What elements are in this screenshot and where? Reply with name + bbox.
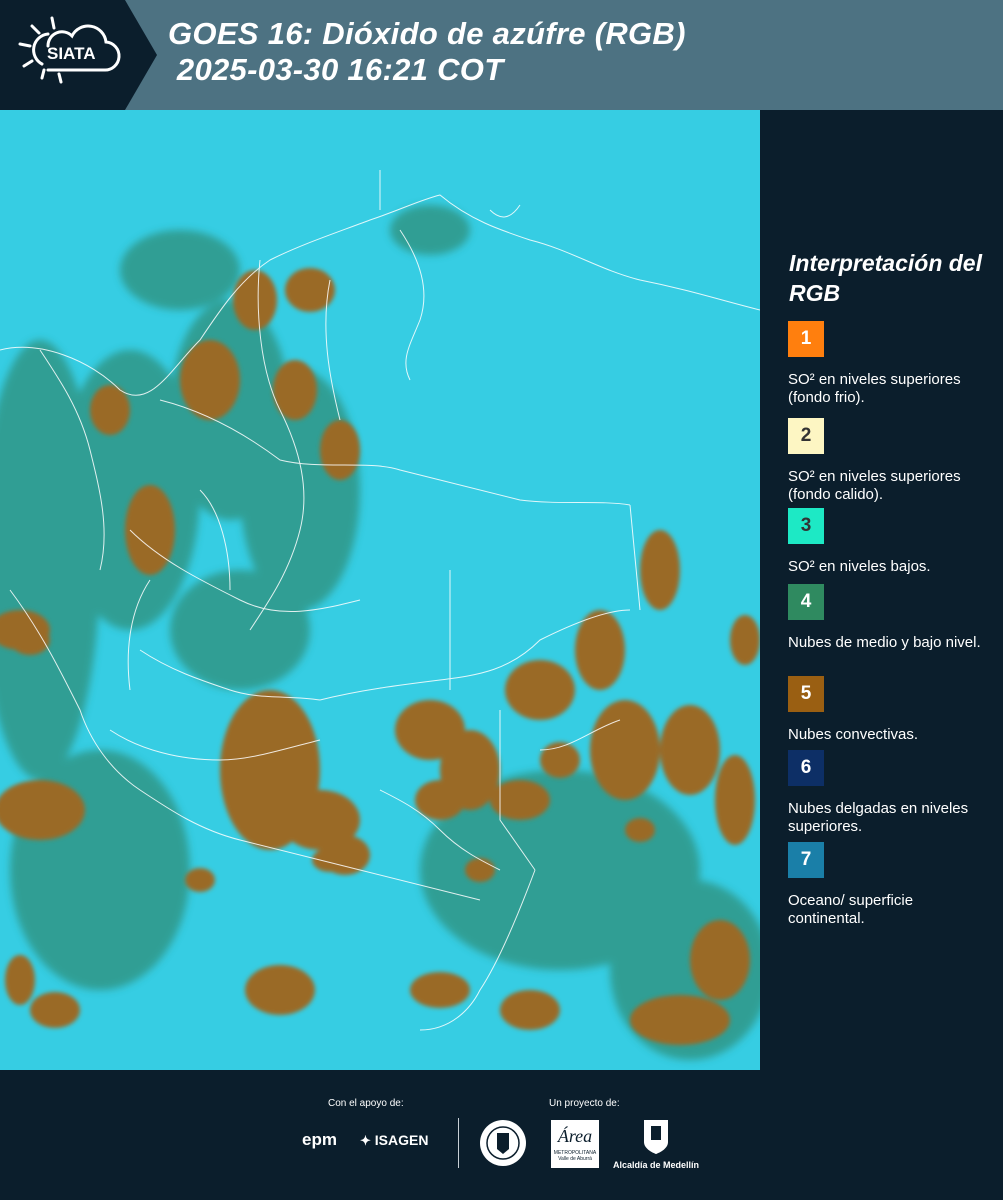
legend-label-3: SO² en niveles bajos. xyxy=(788,558,931,575)
legend-swatch-4: 4 xyxy=(788,584,824,620)
footer: Con el apoyo de: Un proyecto de: epm ✦ I… xyxy=(0,1070,1003,1200)
support-label: Con el apoyo de: xyxy=(328,1098,404,1109)
area-logo-sub2: Valle de Aburrá xyxy=(558,1156,592,1162)
isagen-icon: ✦ xyxy=(360,1133,371,1148)
header-bar: SIATA GOES 16: Dióxido de azúfre (RGB) 2… xyxy=(0,0,1003,110)
legend-panel: Interpretación del RGB 1 SO² en niveles … xyxy=(760,110,1003,1070)
legend-swatch-6: 6 xyxy=(788,750,824,786)
legend-item-3: 3 SO² en niveles bajos. xyxy=(788,508,993,576)
svg-text:SIATA: SIATA xyxy=(47,44,95,63)
legend-item-5: 5 Nubes convectivas. xyxy=(788,676,993,744)
area-logo-name: Área xyxy=(557,1126,593,1146)
logo-arrow xyxy=(125,0,157,110)
alcaldia-medellin-logo: Alcaldía de Medellín xyxy=(613,1160,700,1170)
legend-label-5: Nubes convectivas. xyxy=(788,726,919,743)
title-line-2: 2025-03-30 16:21 COT xyxy=(168,52,504,87)
logo-container: SIATA xyxy=(0,0,125,110)
legend-label-7: Oceano/ superficie continental. xyxy=(788,892,914,927)
medellin-seal-icon xyxy=(480,1120,526,1166)
legend-swatch-3: 3 xyxy=(788,508,824,544)
legend-item-6: 6 Nubes delgadas en niveles superiores. xyxy=(788,750,993,836)
epm-logo: epm xyxy=(302,1130,337,1149)
page-title: GOES 16: Dióxido de azúfre (RGB) 2025-03… xyxy=(168,16,686,88)
legend-label-4: Nubes de medio y bajo nivel. xyxy=(788,634,981,651)
legend-item-2: 2 SO² en niveles superiores (fondo calid… xyxy=(788,418,993,504)
satellite-map xyxy=(0,110,760,1070)
legend-item-4: 4 Nubes de medio y bajo nivel. xyxy=(788,584,993,652)
legend-label-6: Nubes delgadas en niveles superiores. xyxy=(788,800,969,835)
alcaldia-shield-icon xyxy=(644,1120,668,1154)
satellite-image xyxy=(0,110,760,1070)
legend-title: Interpretación del RGB xyxy=(789,250,982,306)
siata-logo-icon: SIATA xyxy=(18,16,121,84)
isagen-text: ISAGEN xyxy=(374,1132,429,1148)
area-metropolitana-logo: Área METROPOLITANA Valle de Aburrá xyxy=(551,1120,599,1168)
legend-swatch-5: 5 xyxy=(788,676,824,712)
footer-divider xyxy=(458,1118,459,1168)
title-line-1: GOES 16: Dióxido de azúfre (RGB) xyxy=(168,16,686,51)
project-label: Un proyecto de: xyxy=(549,1098,620,1109)
legend-item-7: 7 Oceano/ superficie continental. xyxy=(788,842,993,928)
legend-label-1: SO² en niveles superiores (fondo frio). xyxy=(788,371,961,406)
legend-swatch-2: 2 xyxy=(788,418,824,454)
legend-swatch-7: 7 xyxy=(788,842,824,878)
legend-label-2: SO² en niveles superiores (fondo calido)… xyxy=(788,468,961,503)
legend-item-1: 1 SO² en niveles superiores (fondo frio)… xyxy=(788,321,993,407)
legend-swatch-1: 1 xyxy=(788,321,824,357)
isagen-logo: ✦ ISAGEN xyxy=(360,1132,428,1149)
